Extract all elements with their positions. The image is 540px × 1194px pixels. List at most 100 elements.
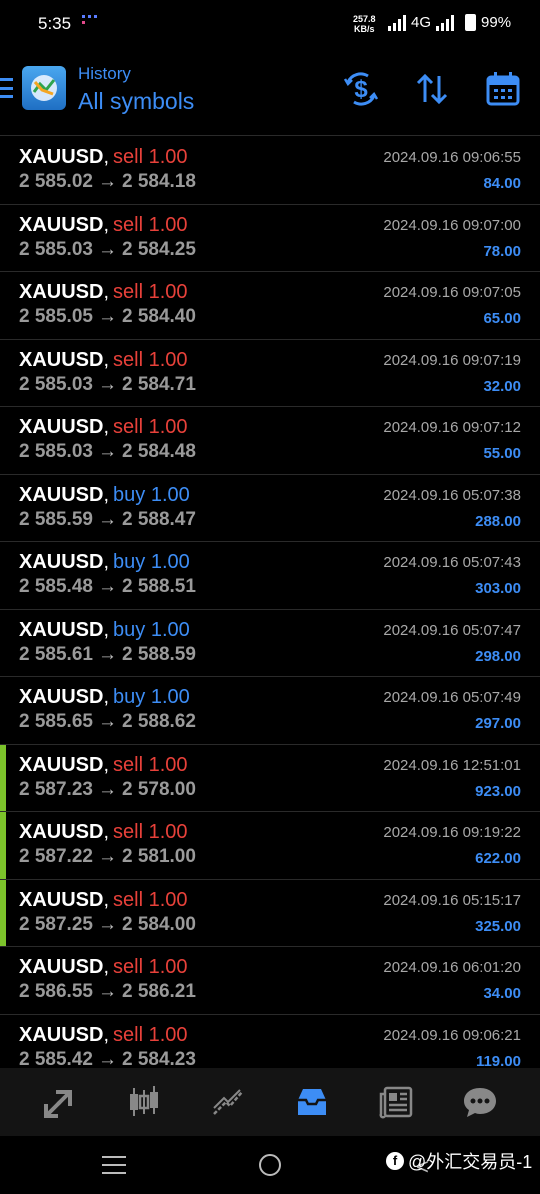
trade-row[interactable]: XAUUSD, sell 1.00 2 585.05 → 2 584.40 2024.09… bbox=[0, 272, 540, 340]
trade-time: 2024.09.16 09:07:19 bbox=[383, 351, 521, 369]
trade-header: XAUUSD, sell 1.00 bbox=[19, 821, 188, 844]
trade-prices: 2 586.55 → 2 586.21 bbox=[19, 981, 196, 1003]
home-icon[interactable] bbox=[259, 1154, 281, 1176]
menu-icon[interactable] bbox=[0, 78, 13, 98]
arrow-right-icon: → bbox=[97, 643, 117, 665]
close-price: 2 584.40 bbox=[121, 306, 196, 327]
trade-type: sell bbox=[113, 348, 144, 371]
close-price: 2 588.62 bbox=[121, 711, 196, 732]
trade-type: sell bbox=[113, 956, 144, 978]
open-price: 2 585.05 bbox=[19, 306, 93, 327]
network-type: 4G bbox=[411, 14, 432, 31]
trade-row[interactable]: XAUUSD, sell 1.00 2 586.55 → 2 586.21 2024.09… bbox=[0, 947, 540, 1015]
trade-header: XAUUSD, sell 1.00 bbox=[19, 146, 188, 169]
close-price: 2 584.18 bbox=[121, 171, 196, 192]
trade-profit: 622.00 bbox=[475, 850, 521, 867]
symbol-separator: , bbox=[103, 618, 110, 641]
trade-type: sell bbox=[113, 888, 144, 911]
newspaper-icon bbox=[379, 1086, 413, 1119]
nav-trade[interactable] bbox=[202, 1076, 254, 1128]
sort-icon[interactable] bbox=[413, 70, 451, 108]
symbol-separator: , bbox=[103, 821, 110, 843]
close-price: 2 578.00 bbox=[121, 778, 196, 800]
trade-type: sell bbox=[113, 1023, 144, 1046]
trade-volume: 1.00 bbox=[148, 281, 188, 303]
trade-row[interactable]: XAUUSD, sell 1.00 2 585.03 → 2 584.25 2024.09… bbox=[0, 205, 540, 272]
trade-header: XAUUSD, sell 1.00 bbox=[19, 416, 188, 439]
trade-row[interactable]: XAUUSD, buy 1.00 2 585.61 → 2 588.59 2024.09.… bbox=[0, 610, 540, 677]
trade-profit: 84.00 bbox=[483, 175, 521, 192]
trade-type: sell bbox=[113, 146, 144, 168]
calendar-icon[interactable] bbox=[484, 70, 522, 108]
trade-volume: 1.00 bbox=[148, 821, 188, 843]
trade-type: sell bbox=[113, 281, 144, 303]
close-price: 2 584.48 bbox=[121, 441, 196, 462]
trade-time: 2024.09.16 05:07:38 bbox=[383, 486, 521, 504]
trade-header: XAUUSD, buy 1.00 bbox=[19, 484, 190, 507]
open-price: 2 587.25 bbox=[19, 913, 93, 935]
trade-prices: 2 585.65 → 2 588.62 bbox=[19, 711, 196, 733]
trade-row[interactable]: XAUUSD, buy 1.00 2 585.59 → 2 588.47 2024.09.… bbox=[0, 475, 540, 542]
status-time: 5:35 bbox=[38, 14, 72, 33]
network-speed-value: 257.8 bbox=[353, 14, 376, 24]
symbol-separator: , bbox=[103, 483, 110, 506]
trade-row[interactable]: XAUUSD, sell 1.00 2 587.23 → 2 578.00 2024.09… bbox=[0, 744, 540, 812]
dollar-refresh-icon[interactable]: $ bbox=[342, 70, 380, 108]
trade-symbol: XAUUSD bbox=[19, 348, 104, 371]
trade-symbol: XAUUSD bbox=[19, 281, 104, 303]
trade-row[interactable]: XAUUSD, sell 1.00 2 585.42 → 2 584.23 2024.09… bbox=[0, 1015, 540, 1069]
symbol-separator: , bbox=[103, 281, 110, 303]
status-indicators: 4G 99% bbox=[388, 14, 511, 31]
trade-line-icon bbox=[213, 1089, 243, 1115]
trade-volume: 1.00 bbox=[148, 1023, 188, 1046]
trade-volume: 1.00 bbox=[148, 416, 188, 438]
candlestick-icon bbox=[130, 1086, 158, 1116]
trade-row[interactable]: XAUUSD, sell 1.00 2 587.22 → 2 581.00 2024.09… bbox=[0, 812, 540, 880]
trade-time: 2024.09.16 05:07:43 bbox=[383, 554, 521, 571]
page-title[interactable]: All symbols bbox=[78, 88, 194, 115]
nav-quotes[interactable] bbox=[34, 1076, 86, 1128]
trade-header: XAUUSD, buy 1.00 bbox=[19, 619, 190, 642]
trade-volume: 1.00 bbox=[148, 348, 188, 371]
trade-row[interactable]: XAUUSD, sell 1.00 2 587.25 → 2 584.00 2024.09… bbox=[0, 879, 540, 947]
nav-news[interactable] bbox=[370, 1076, 422, 1128]
trade-row[interactable]: XAUUSD, sell 1.00 2 585.02 → 2 584.18 2024.09… bbox=[0, 137, 540, 205]
battery-level: 99% bbox=[481, 14, 512, 31]
trade-prices: 2 585.03 → 2 584.25 bbox=[19, 239, 196, 261]
trade-prices: 2 585.61 → 2 588.59 bbox=[19, 644, 196, 666]
trade-prices: 2 585.59 → 2 588.47 bbox=[19, 509, 196, 531]
trade-symbol: XAUUSD bbox=[19, 146, 104, 168]
arrow-right-icon: → bbox=[97, 238, 117, 260]
trade-profit: 34.00 bbox=[483, 985, 521, 1002]
symbol-separator: , bbox=[103, 1023, 110, 1046]
trade-row[interactable]: XAUUSD, sell 1.00 2 585.03 → 2 584.48 2024.09… bbox=[0, 407, 540, 475]
trade-prices: 2 585.48 → 2 588.51 bbox=[19, 576, 196, 598]
symbol-separator: , bbox=[103, 348, 110, 371]
trade-row[interactable]: XAUUSD, sell 1.00 2 585.03 → 2 584.71 2024.09… bbox=[0, 340, 540, 407]
trade-history-list[interactable]: XAUUSD, sell 1.00 2 585.02 → 2 584.18 2024.09… bbox=[0, 137, 540, 1068]
arrow-right-icon: → bbox=[97, 1048, 117, 1069]
open-price: 2 585.59 bbox=[19, 508, 93, 530]
signal-icon bbox=[388, 14, 406, 31]
recent-apps-icon[interactable] bbox=[102, 1156, 126, 1174]
app-header: History All symbols $ bbox=[0, 50, 540, 136]
trade-profit: 32.00 bbox=[483, 377, 521, 395]
facebook-icon: f bbox=[386, 1152, 404, 1170]
arrow-right-icon: → bbox=[97, 711, 117, 732]
nav-messages[interactable] bbox=[454, 1076, 506, 1128]
nav-chart[interactable] bbox=[118, 1076, 170, 1128]
trade-profit: 923.00 bbox=[475, 782, 521, 800]
trade-time: 2024.09.16 05:07:47 bbox=[383, 621, 521, 639]
symbol-separator: , bbox=[103, 213, 110, 236]
close-price: 2 584.71 bbox=[121, 373, 196, 395]
trade-header: XAUUSD, sell 1.00 bbox=[19, 754, 188, 777]
arrow-right-icon: → bbox=[97, 778, 117, 800]
symbol-separator: , bbox=[103, 753, 110, 776]
trade-row[interactable]: XAUUSD, buy 1.00 2 585.65 → 2 588.62 2024.09.… bbox=[0, 677, 540, 745]
trade-header: XAUUSD, sell 1.00 bbox=[19, 281, 188, 304]
nav-history[interactable] bbox=[286, 1076, 338, 1128]
trade-row[interactable]: XAUUSD, buy 1.00 2 585.48 → 2 588.51 2024.09.… bbox=[0, 542, 540, 610]
notification-dots-icon bbox=[82, 15, 97, 24]
trade-symbol: XAUUSD bbox=[19, 551, 104, 573]
trade-volume: 1.00 bbox=[148, 888, 188, 911]
